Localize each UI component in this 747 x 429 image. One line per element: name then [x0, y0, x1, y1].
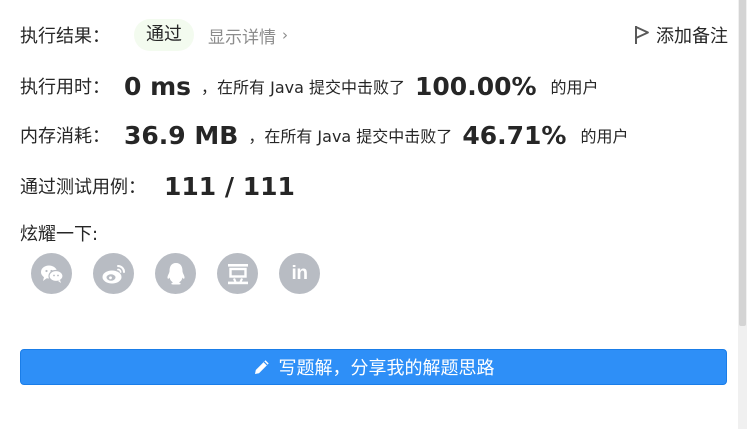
memory-label: 内存消耗：: [20, 126, 110, 147]
linkedin-icon[interactable]: in: [279, 253, 320, 294]
runtime-suffix: 的用户: [550, 78, 599, 97]
memory-suffix: 的用户: [580, 127, 629, 146]
wechat-icon[interactable]: [31, 253, 72, 294]
share-icons: in: [31, 253, 341, 294]
status-badge: 通过: [134, 19, 194, 51]
chevron-right-icon: ›: [282, 26, 288, 44]
scrollbar[interactable]: [738, 0, 747, 429]
memory-beat-text: ，在所有 Java 提交中击败了: [248, 127, 453, 146]
linkedin-text: in: [291, 262, 308, 284]
memory-percent: 46.71%: [462, 120, 567, 150]
submission-result-panel: 执行结果： 通过 显示详情 › 添加备注 执行用时： 0 ms ，在所有 Jav…: [0, 0, 740, 429]
memory-row: 内存消耗： 36.9 MB ，在所有 Java 提交中击败了 46.71% 的用…: [20, 118, 628, 152]
pencil-icon: [254, 360, 269, 374]
memory-value: 36.9 MB: [124, 120, 239, 150]
add-note-label: 添加备注: [656, 26, 728, 47]
tests-value: 111 / 111: [164, 171, 295, 201]
result-row: 执行结果： 通过 显示详情 ›: [20, 18, 288, 52]
flag-icon: [635, 26, 649, 44]
share-row-label: 炫耀一下:: [20, 220, 98, 246]
runtime-value: 0 ms: [124, 71, 192, 101]
runtime-label: 执行用时：: [20, 77, 110, 98]
douban-icon[interactable]: [217, 253, 258, 294]
runtime-percent: 100.00%: [415, 71, 537, 101]
qq-icon[interactable]: [155, 253, 196, 294]
write-solution-button[interactable]: 写题解，分享我的解题思路: [20, 349, 727, 385]
add-note-button[interactable]: 添加备注: [634, 22, 728, 48]
weibo-icon[interactable]: [93, 253, 134, 294]
runtime-beat-text: ，在所有 Java 提交中击败了: [201, 78, 406, 97]
show-details-link[interactable]: 显示详情 ›: [208, 23, 288, 48]
share-label: 炫耀一下:: [20, 224, 99, 245]
show-details-label: 显示详情: [208, 27, 276, 48]
runtime-row: 执行用时： 0 ms ，在所有 Java 提交中击败了 100.00% 的用户: [20, 69, 599, 103]
write-solution-label: 写题解，分享我的解题思路: [278, 358, 495, 379]
scrollbar-thumb[interactable]: [739, 0, 746, 326]
result-label: 执行结果：: [20, 26, 110, 47]
tests-label: 通过测试用例：: [20, 177, 146, 198]
tests-row: 通过测试用例： 111 / 111: [20, 169, 295, 203]
